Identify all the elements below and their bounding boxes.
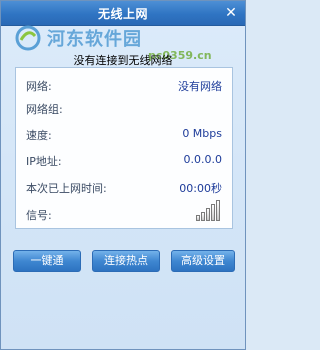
close-button[interactable]: ✕ (223, 5, 239, 21)
network-value: 没有网络 (178, 80, 222, 93)
online-time-value: 00:00秒 (179, 182, 222, 195)
status-message: 没有连接到无线网络 (73, 54, 173, 67)
signal-bar (196, 215, 200, 221)
signal-bar (216, 200, 220, 221)
ip-row: IP地址: 0.0.0.0 (26, 151, 222, 169)
speed-label: 速度: (26, 129, 52, 142)
window-title: 无线上网 (97, 7, 148, 21)
signal-strength-icon (196, 199, 222, 221)
connect-hotspot-button[interactable]: 连接热点 (92, 250, 160, 272)
signal-bar (211, 204, 215, 221)
network-label: 网络: (26, 80, 52, 93)
signal-bar (201, 212, 205, 221)
watermark-logo-icon (15, 25, 41, 51)
network-row: 网络: 没有网络 (26, 76, 222, 94)
network-group-label: 网络组: (26, 103, 63, 116)
one-click-button[interactable]: 一键通 (13, 250, 81, 272)
speed-row: 速度: 0 Mbps (26, 125, 222, 143)
signal-row: 信号: (26, 200, 222, 223)
close-icon: ✕ (225, 5, 237, 21)
ip-value: 0.0.0.0 (183, 153, 222, 166)
signal-label: 信号: (26, 209, 52, 222)
info-panel: 网络: 没有网络 网络组: 速度: 0 Mbps IP地址: 0.0.0.0 本… (15, 67, 233, 229)
wireless-window: 无线上网 ✕ 河东软件园 pc0359.cn 没有连接到无线网络 网络: 没有网… (0, 0, 246, 350)
online-time-label: 本次已上网时间: (26, 182, 107, 195)
advanced-settings-button[interactable]: 高级设置 (171, 250, 235, 272)
action-buttons: 一键通 连接热点 高级设置 (13, 250, 235, 272)
online-time-row: 本次已上网时间: 00:00秒 (26, 178, 222, 196)
connection-status: 没有连接到无线网络 (1, 52, 245, 67)
network-group-row: 网络组: (26, 99, 222, 117)
signal-bar (206, 208, 210, 221)
speed-value: 0 Mbps (182, 127, 222, 140)
ip-label: IP地址: (26, 155, 62, 168)
title-bar[interactable]: 无线上网 ✕ (1, 1, 245, 26)
watermark-site-name: 河东软件园 (47, 29, 142, 50)
